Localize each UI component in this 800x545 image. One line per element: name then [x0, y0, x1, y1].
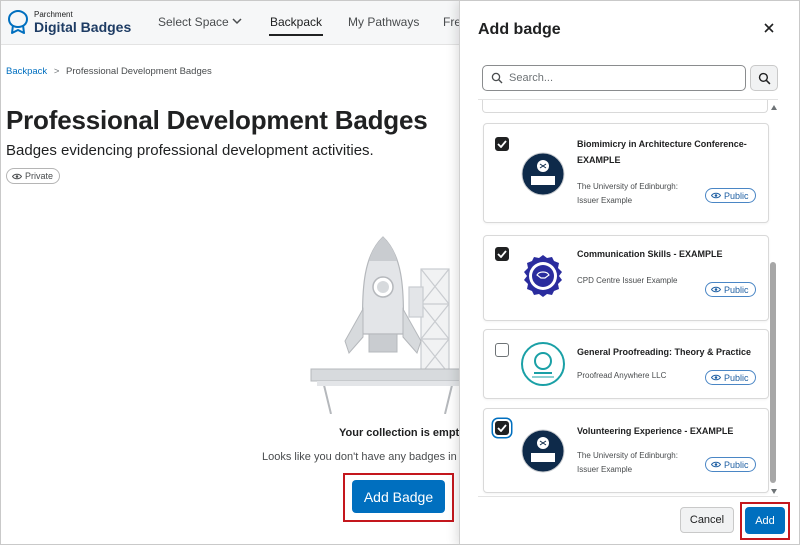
- dialog-footer: Cancel Add: [460, 497, 799, 544]
- app-frame: Parchment Digital Badges Select Space Ba…: [0, 0, 800, 545]
- nav-my-pathways[interactable]: My Pathways: [348, 15, 419, 29]
- eye-icon: [711, 374, 721, 381]
- badge-issuer: CPD Centre Issuer Example: [577, 276, 678, 285]
- checkmark-icon: [497, 140, 507, 148]
- badge-issuer: The University of Edinburgh: Issuer Exam…: [577, 182, 678, 205]
- edinburgh-badge-image: [521, 429, 565, 473]
- public-badge: Public: [705, 282, 756, 297]
- eye-icon: [711, 461, 721, 468]
- close-icon[interactable]: [762, 21, 776, 35]
- nav-backpack[interactable]: Backpack: [270, 15, 322, 29]
- eye-icon: [711, 286, 721, 293]
- public-label: Public: [724, 190, 749, 201]
- search-field[interactable]: [482, 65, 746, 91]
- brand-name: Digital Badges: [34, 18, 132, 35]
- badge-card[interactable]: Volunteering Experience - EXAMPLE The Un…: [483, 408, 769, 493]
- public-label: Public: [724, 459, 749, 470]
- badge-card[interactable]: General Proofreading: Theory & Practice …: [483, 329, 769, 399]
- badge-name: Communication Skills - EXAMPLE: [577, 249, 723, 259]
- search-button[interactable]: [750, 65, 778, 91]
- search-input[interactable]: [509, 72, 729, 84]
- eye-icon: [12, 173, 22, 179]
- edinburgh-badge-image: [521, 152, 565, 196]
- scroll-down-arrow-icon[interactable]: [771, 489, 777, 494]
- page-title: Professional Development Badges: [6, 105, 428, 135]
- badge-card[interactable]: Communication Skills - EXAMPLE CPD Centr…: [483, 235, 769, 321]
- badge-name: Biomimicry in Architecture Conference-EX…: [577, 139, 747, 165]
- cancel-button[interactable]: Cancel: [680, 507, 734, 533]
- active-tab-indicator: [269, 34, 323, 36]
- list-item-partial: [482, 100, 768, 113]
- visibility-badge: Private: [6, 168, 61, 184]
- eye-icon: [711, 192, 721, 199]
- breadcrumb: Backpack > Professional Development Badg…: [6, 66, 212, 77]
- badge-issuer: The University of Edinburgh: Issuer Exam…: [577, 451, 678, 474]
- visibility-label: Private: [25, 171, 54, 181]
- breadcrumb-current: Professional Development Badges: [66, 66, 212, 77]
- public-label: Public: [724, 284, 749, 295]
- badge-checkbox[interactable]: [495, 247, 509, 261]
- brand-small: Parchment: [34, 9, 73, 19]
- checkmark-icon: [497, 424, 507, 432]
- scrollbar-thumb[interactable]: [770, 262, 776, 483]
- page-subtitle: Badges evidencing professional developme…: [6, 142, 374, 159]
- badge-logo-icon: [7, 9, 29, 34]
- proofread-badge-image: [521, 342, 565, 386]
- add-badge-button[interactable]: Add Badge: [352, 480, 445, 513]
- public-badge: Public: [705, 188, 756, 203]
- scroll-up-arrow-icon[interactable]: [771, 105, 777, 110]
- badge-checkbox[interactable]: [495, 137, 509, 151]
- public-label: Public: [724, 372, 749, 383]
- badge-checkbox[interactable]: [495, 421, 509, 435]
- dialog-title: Add badge: [478, 21, 561, 38]
- add-button[interactable]: Add: [745, 507, 785, 534]
- badge-issuer: Proofread Anywhere LLC: [577, 371, 667, 380]
- search-icon: [491, 72, 503, 84]
- public-badge: Public: [705, 457, 756, 472]
- breadcrumb-backpack-link[interactable]: Backpack: [6, 66, 47, 77]
- brand-logo[interactable]: Parchment Digital Badges: [7, 9, 131, 35]
- search-icon: [758, 72, 770, 84]
- breadcrumb-separator: >: [53, 66, 60, 77]
- empty-state-description: Looks like you don't have any badges in …: [262, 451, 459, 463]
- checkmark-icon: [497, 250, 507, 258]
- rocket-illustration: [310, 236, 466, 414]
- badge-card[interactable]: Biomimicry in Architecture Conference-EX…: [483, 123, 769, 223]
- nav-select-space[interactable]: Select Space: [158, 15, 229, 29]
- empty-state-title: Your collection is empty: [339, 427, 466, 439]
- badge-name: Volunteering Experience - EXAMPLE: [577, 426, 734, 436]
- chevron-down-icon[interactable]: [232, 17, 242, 25]
- add-badge-dialog: Add badge Biomimicry in: [459, 1, 799, 544]
- cpd-badge-image: [524, 255, 562, 297]
- badge-checkbox[interactable]: [495, 343, 509, 357]
- public-badge: Public: [705, 370, 756, 385]
- badge-name: General Proofreading: Theory & Practice: [577, 347, 752, 357]
